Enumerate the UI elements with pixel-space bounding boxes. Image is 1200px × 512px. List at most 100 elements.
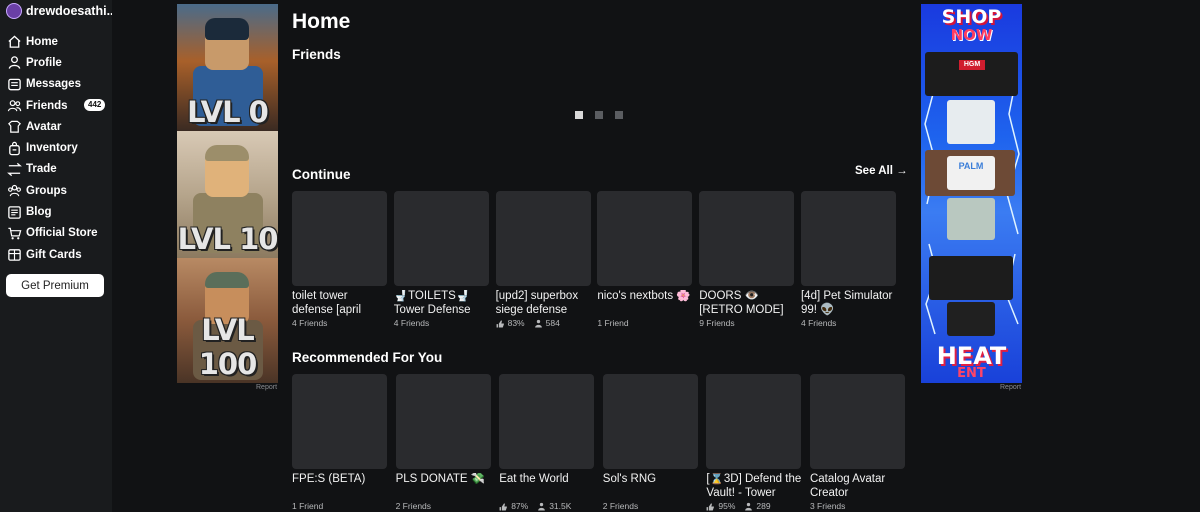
palm-logo: PALM — [947, 156, 995, 190]
sidebar-item-messages[interactable]: Messages — [0, 74, 112, 95]
sidebar-item-trade[interactable]: Trade — [0, 159, 112, 180]
game-card[interactable]: Catalog Avatar Creator 3 Friends — [809, 374, 905, 511]
game-thumbnail[interactable] — [699, 191, 795, 286]
game-card[interactable]: Eat the World 87% 31.5K — [499, 374, 595, 511]
recommended-games-row: FPE:S (BETA) 1 Friend PLS DONATE 💸 2 Friend… — [292, 374, 914, 511]
game-thumbnail[interactable] — [495, 191, 591, 286]
sidebar-item-label: Official Store — [26, 227, 98, 240]
game-thumbnail[interactable] — [395, 374, 491, 469]
ad-lvl-0-text: LVL 0 — [187, 95, 269, 129]
sidebar-item-inventory[interactable]: Inventory — [0, 137, 112, 158]
continue-section-title[interactable]: Continue — [292, 167, 351, 182]
sidebar-nav: Home Profile Messages Friends 442 Avatar Inven… — [0, 31, 112, 265]
game-card[interactable]: DOORS 👁️ [RETRO MODE] 9 Friends — [699, 191, 795, 328]
loading-dot — [615, 111, 623, 119]
ad-pants — [947, 198, 995, 240]
game-friend-count: 2 Friends — [602, 501, 639, 511]
game-meta: 2 Friends — [603, 501, 698, 511]
game-thumbnail[interactable] — [800, 191, 896, 286]
player-count-icon — [534, 319, 542, 327]
game-thumbnail[interactable] — [602, 374, 698, 469]
game-meta: 9 Friends — [699, 318, 794, 328]
game-thumbnail[interactable] — [597, 191, 693, 286]
sidebar-item-label: Friends — [26, 99, 68, 112]
messages-icon — [8, 78, 21, 91]
game-thumbnail[interactable] — [292, 374, 387, 469]
sidebar-item-groups[interactable]: Groups — [0, 180, 112, 201]
game-thumbnail[interactable] — [706, 374, 802, 469]
game-card[interactable]: [⌛3D] Defend the Vault! - Tower 95% 289 — [706, 374, 802, 511]
sidebar-item-label: Gift Cards — [26, 248, 82, 261]
game-title[interactable]: Sol's RNG — [603, 473, 698, 500]
continue-games-row: toilet tower defense [april 4 Friends 🚽TOI… — [292, 191, 903, 328]
avatar-icon — [8, 121, 21, 134]
player-count-icon — [745, 502, 753, 510]
game-title[interactable]: nico's nextbots 🌸 — [597, 290, 692, 317]
game-title[interactable]: [upd2] superbox siege defense — [496, 290, 591, 317]
see-all-link[interactable]: See All → — [855, 165, 908, 177]
profile-icon — [8, 56, 21, 70]
game-thumbnail[interactable] — [393, 191, 489, 286]
game-card[interactable]: FPE:S (BETA) 1 Friend — [292, 374, 387, 511]
game-card[interactable]: Sol's RNG 2 Friends — [602, 374, 698, 511]
game-title[interactable]: FPE:S (BETA) — [292, 473, 387, 500]
game-thumbnail[interactable] — [809, 374, 905, 469]
sidebar-item-profile[interactable]: Profile — [0, 52, 112, 73]
sidebar-item-gift-cards[interactable]: Gift Cards — [0, 244, 112, 265]
ad-panel-lvl-100: LVL 100 — [177, 258, 278, 383]
game-card[interactable]: toilet tower defense [april 4 Friends — [292, 191, 387, 328]
right-ad-report-link[interactable]: Report — [1000, 384, 1021, 391]
game-title[interactable]: toilet tower defense [april — [292, 290, 387, 317]
game-meta: 87% 31.5K — [499, 501, 594, 511]
avatar — [6, 3, 22, 19]
sidebar-item-label: Blog — [26, 206, 52, 219]
game-title[interactable]: DOORS 👁️ [RETRO MODE] — [699, 290, 794, 317]
game-card[interactable]: 🚽TOILETS🚽 Tower Defense 4 Friends — [393, 191, 489, 328]
sidebar-item-home[interactable]: Home — [0, 31, 112, 52]
thumbs-up-icon — [496, 319, 504, 327]
game-title[interactable]: PLS DONATE 💸 — [396, 473, 491, 500]
left-ad-report-link[interactable]: Report — [256, 384, 277, 391]
ad-ent-text: ENT — [957, 366, 986, 381]
game-meta: 1 Friend — [292, 501, 387, 511]
loading-dots — [575, 111, 623, 119]
user-profile-link[interactable]: drewdoesathi... — [0, 0, 112, 22]
recommended-section-title[interactable]: Recommended For You — [292, 350, 442, 365]
ad-panel-lvl-10: LVL 10 — [177, 131, 278, 258]
game-card[interactable]: [upd2] superbox siege defense 83% 584 — [495, 191, 591, 328]
game-rating: 87% — [511, 501, 529, 511]
game-title[interactable]: [⌛3D] Defend the Vault! - Tower — [706, 473, 801, 500]
game-title[interactable]: Eat the World — [499, 473, 594, 500]
sidebar-item-friends[interactable]: Friends 442 — [0, 95, 112, 116]
game-card[interactable]: [4d] Pet Simulator 99! 👽 4 Friends — [800, 191, 896, 328]
sidebar-item-label: Groups — [26, 184, 67, 197]
ad-panel-lvl-0: LVL 0 — [177, 4, 278, 131]
right-ad-banner[interactable]: SHOP NOW HGM PALM HEAT ENT — [921, 4, 1022, 383]
left-ad-banner[interactable]: LVL 0 LVL 10 LVL 100 — [177, 4, 278, 383]
friends-section-title[interactable]: Friends — [292, 47, 341, 62]
game-card[interactable]: PLS DONATE 💸 2 Friends — [395, 374, 491, 511]
get-premium-button[interactable]: Get Premium — [6, 274, 104, 297]
game-friend-count: 2 Friends — [395, 501, 432, 511]
game-meta: 2 Friends — [396, 501, 491, 511]
sidebar-item-official-store[interactable]: Official Store — [0, 223, 112, 244]
game-thumbnail[interactable] — [292, 191, 387, 286]
sidebar-item-avatar[interactable]: Avatar — [0, 116, 112, 137]
game-title[interactable]: Catalog Avatar Creator — [810, 473, 905, 500]
store-icon — [8, 227, 22, 240]
home-icon — [8, 35, 21, 48]
sidebar-item-blog[interactable]: Blog — [0, 201, 112, 222]
game-thumbnail[interactable] — [499, 374, 595, 469]
game-rating: 83% — [507, 318, 525, 328]
game-card[interactable]: nico's nextbots 🌸 1 Friend — [597, 191, 693, 328]
username: drewdoesathi... — [26, 4, 112, 18]
game-meta: 4 Friends — [394, 318, 489, 328]
sidebar-item-label: Home — [26, 35, 58, 48]
ad-pants-2 — [947, 302, 995, 336]
game-title[interactable]: 🚽TOILETS🚽 Tower Defense — [394, 290, 489, 317]
game-meta: 1 Friend — [597, 318, 692, 328]
ad-shop-text: SHOP — [941, 6, 1002, 28]
game-meta: 83% 584 — [496, 318, 591, 328]
game-title[interactable]: [4d] Pet Simulator 99! 👽 — [801, 290, 896, 317]
sidebar-item-label: Messages — [26, 78, 81, 91]
